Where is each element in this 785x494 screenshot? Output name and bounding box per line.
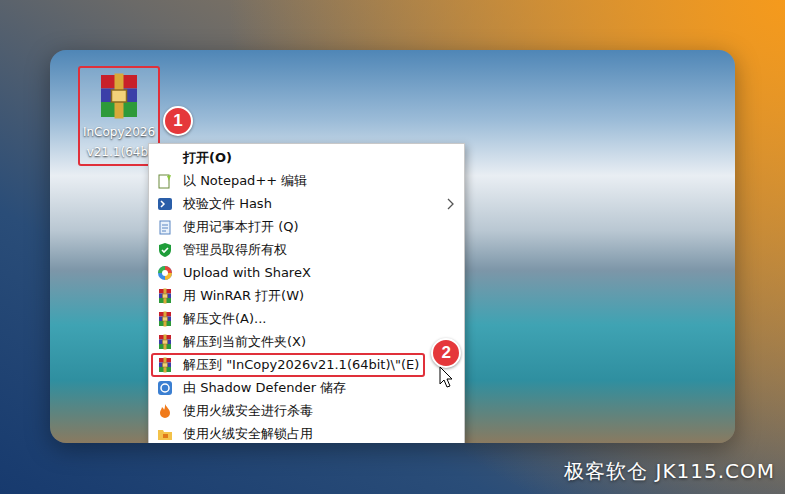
shadow-defender-icon [157, 380, 173, 396]
winrar-icon [157, 311, 173, 327]
menu-item[interactable]: 校验文件 Hash [149, 192, 464, 215]
watermark: 极客软仓 JK115.COM [564, 458, 775, 485]
menu-item[interactable]: Upload with ShareX [149, 261, 464, 284]
menu-item[interactable]: 打开(O) [149, 146, 464, 169]
menu-item[interactable]: 管理员取得所有权 [149, 238, 464, 261]
flame-icon [157, 403, 173, 419]
mouse-cursor-icon [439, 366, 453, 388]
shield-icon [157, 242, 173, 258]
menu-item[interactable]: 用 WinRAR 打开(W) [149, 284, 464, 307]
menu-item[interactable]: 以 Notepad++ 编辑 [149, 169, 464, 192]
desktop-background: InCopy2026 v21.1(64bi 1 打开(O)以 Notepad++ 编辑… [0, 0, 785, 494]
context-menu: 打开(O)以 Notepad++ 编辑校验文件 Hash使用记事本打开 (Q)管… [148, 143, 465, 443]
winrar-icon [157, 357, 173, 373]
menu-item[interactable]: 使用火绒安全解锁占用 [149, 422, 464, 443]
file-label: InCopy2026 [83, 124, 155, 140]
winrar-icon [157, 334, 173, 350]
folder-unlock-icon [157, 426, 173, 442]
menu-item[interactable]: 解压到 "InCopy2026v21.1(64bit)\"(E)2 [149, 353, 464, 376]
menu-item[interactable]: 解压到当前文件夹(X) [149, 330, 464, 353]
notepad-icon [157, 219, 173, 235]
menu-item[interactable]: 使用记事本打开 (Q) [149, 215, 464, 238]
menu-item[interactable]: 使用火绒安全进行杀毒 [149, 399, 464, 422]
winrar-archive-icon [95, 72, 143, 120]
chevron-right-icon [446, 198, 454, 210]
notepadpp-icon [157, 173, 173, 189]
winrar-icon [157, 288, 173, 304]
menu-item[interactable]: 解压文件(A)... [149, 307, 464, 330]
step-badge: 2 [431, 338, 461, 368]
powershell-icon [157, 196, 173, 212]
menu-item[interactable]: 由 Shadow Defender 储存 [149, 376, 464, 399]
file-label: v21.1(64bi [87, 144, 152, 160]
desktop-window: InCopy2026 v21.1(64bi 1 打开(O)以 Notepad++ 编辑… [50, 50, 735, 443]
sharex-icon [157, 265, 173, 281]
step-badge: 1 [163, 106, 193, 136]
